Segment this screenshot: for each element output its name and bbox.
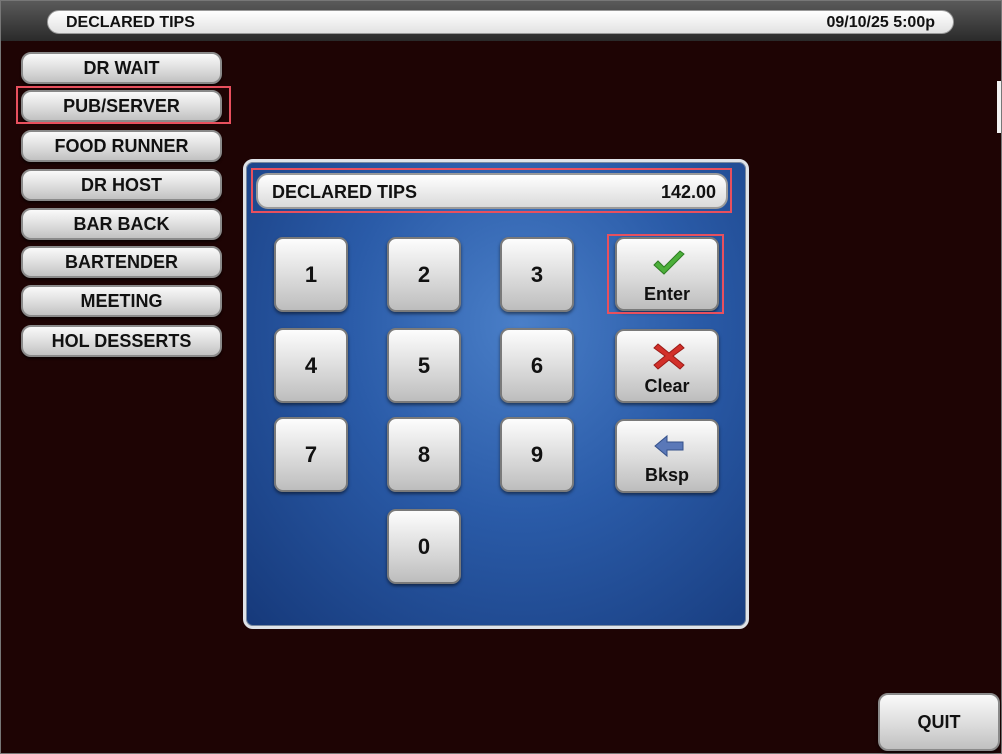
job-food-runner-button[interactable]: FOOD RUNNER (21, 130, 222, 162)
arrow-left-icon (654, 434, 684, 458)
key-7[interactable]: 7 (274, 417, 348, 492)
key-3[interactable]: 3 (500, 237, 574, 312)
scroll-indicator (997, 81, 1001, 133)
enter-label: Enter (643, 284, 690, 304)
quit-button[interactable]: QUIT (878, 693, 1000, 751)
job-bar-back-button[interactable]: BAR BACK (21, 208, 222, 240)
key-2[interactable]: 2 (387, 237, 461, 312)
job-pub-server-button[interactable]: PUB/SERVER (21, 90, 222, 122)
enter-button[interactable]: Enter (615, 237, 719, 311)
clear-label: Clear (644, 376, 690, 396)
checkmark-icon (653, 250, 685, 275)
title-pill: DECLARED TIPS 09/10/25 5:00p (47, 10, 954, 34)
tips-display-value: 142.00 (660, 182, 716, 202)
key-6[interactable]: 6 (500, 328, 574, 403)
key-1[interactable]: 1 (274, 237, 348, 312)
key-9[interactable]: 9 (500, 417, 574, 492)
title-bar: DECLARED TIPS 09/10/25 5:00p (1, 1, 1001, 41)
job-dr-wait-button[interactable]: DR WAIT (21, 52, 222, 84)
clear-button[interactable]: Clear (615, 329, 719, 403)
key-0[interactable]: 0 (387, 509, 461, 584)
datetime-display: 09/10/25 5:00p (826, 14, 935, 31)
tips-display: DECLARED TIPS 142.00 (256, 173, 728, 209)
page-title: DECLARED TIPS (66, 14, 195, 31)
backspace-button[interactable]: Bksp (615, 419, 719, 493)
key-4[interactable]: 4 (274, 328, 348, 403)
tips-display-label: DECLARED TIPS (272, 182, 418, 202)
job-bartender-button[interactable]: BARTENDER (21, 246, 222, 278)
job-dr-host-button[interactable]: DR HOST (21, 169, 222, 201)
backspace-label: Bksp (644, 465, 689, 485)
key-8[interactable]: 8 (387, 417, 461, 492)
key-5[interactable]: 5 (387, 328, 461, 403)
x-icon (653, 343, 685, 370)
job-hol-desserts-button[interactable]: HOL DESSERTS (21, 325, 222, 357)
job-meeting-button[interactable]: MEETING (21, 285, 222, 317)
